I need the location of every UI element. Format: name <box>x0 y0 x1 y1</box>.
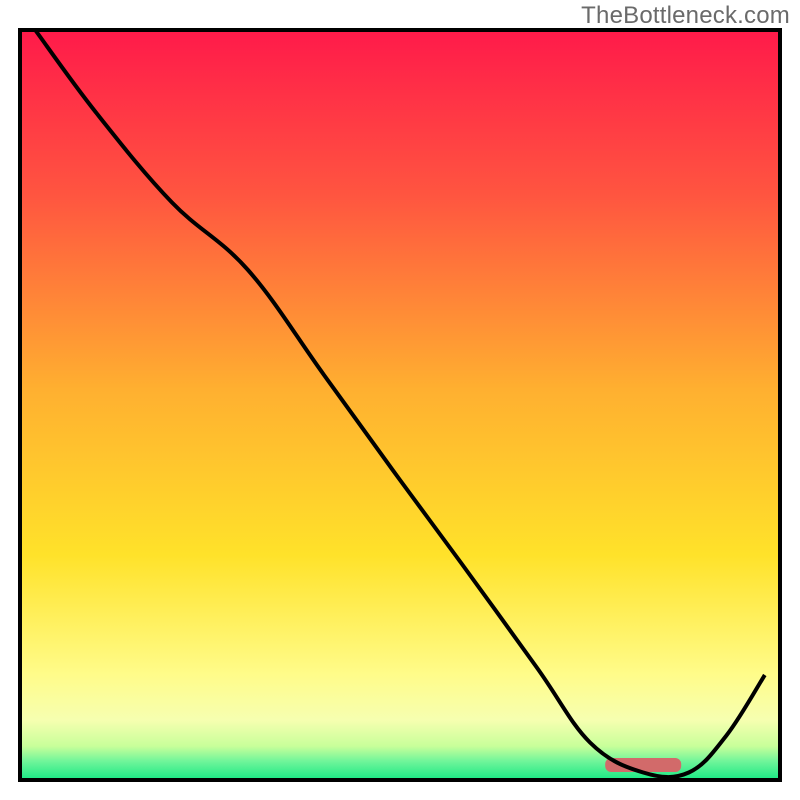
chart-container: TheBottleneck.com <box>0 0 800 800</box>
bottleneck-chart <box>0 0 800 800</box>
chart-background <box>20 30 780 780</box>
